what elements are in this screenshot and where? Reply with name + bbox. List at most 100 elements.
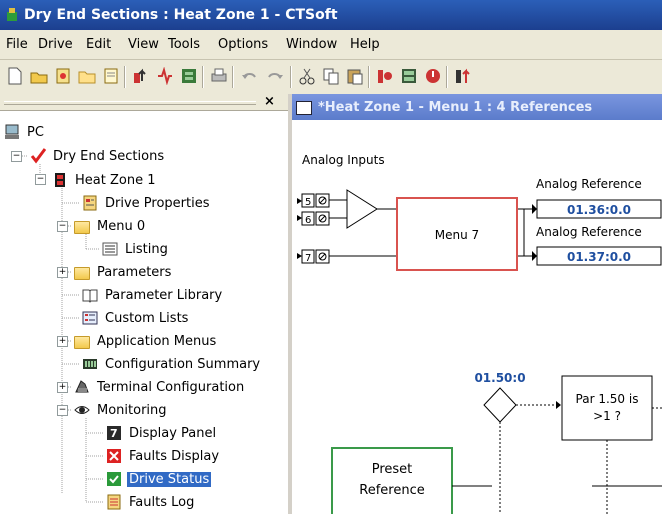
window-title-bar: Dry End Sections : Heat Zone 1 - CTSoft — [0, 0, 662, 30]
menu-view[interactable]: View — [128, 37, 159, 52]
copy-icon[interactable] — [322, 67, 340, 85]
toolbar-separator — [124, 66, 126, 88]
download-parameters-icon[interactable] — [156, 66, 174, 86]
toolbar-separator — [368, 66, 370, 88]
list-icon — [102, 241, 118, 257]
status-ok-icon — [106, 471, 122, 487]
properties-icon — [82, 195, 98, 211]
analog-reference-2-label: Analog Reference — [536, 225, 642, 239]
drive-monitor-icon[interactable] — [400, 67, 418, 85]
collapse-toggle[interactable]: − — [57, 405, 68, 416]
compare-icon[interactable] — [180, 67, 198, 85]
tree-item-faults-log[interactable]: Faults Log — [106, 492, 196, 512]
menu-window[interactable]: Window — [286, 37, 337, 52]
analog-inputs-label: Analog Inputs — [302, 153, 385, 167]
menu-file[interactable]: File — [6, 37, 28, 52]
decision-diamond — [483, 387, 517, 423]
custom-list-icon — [82, 310, 98, 326]
tree-item-drive-properties[interactable]: Drive Properties — [82, 193, 212, 213]
open-file-icon[interactable] — [30, 67, 48, 85]
menu-tools[interactable]: Tools — [168, 37, 200, 52]
analog-reference-2-field[interactable]: 01.37:0.0 — [532, 246, 662, 266]
sort-icon[interactable] — [454, 67, 472, 85]
menu-bar: File Drive Edit View Tools Options Windo… — [0, 30, 662, 60]
svg-text:01.37:0.0: 01.37:0.0 — [567, 250, 631, 264]
tree-item-display-panel[interactable]: 7 Display Panel — [106, 423, 218, 443]
document-icon[interactable] — [102, 67, 120, 85]
analog-reference-1-field[interactable]: 01.36:0.0 — [532, 199, 662, 219]
svg-text:7: 7 — [305, 253, 311, 264]
drive-wizard-icon[interactable] — [54, 67, 72, 85]
tree-item-listing[interactable]: Listing — [102, 239, 170, 259]
expand-toggle[interactable]: + — [57, 382, 68, 393]
disconnect-icon[interactable] — [424, 67, 442, 85]
block-diagram-canvas: Analog Inputs 5 6 7 Menu 7 Analog Refere… — [297, 153, 662, 517]
new-file-icon[interactable] — [6, 67, 24, 85]
expand-toggle[interactable]: + — [57, 267, 68, 278]
tree-item-menu-0[interactable]: Menu 0 — [74, 216, 147, 236]
tree-item-terminal-configuration[interactable]: Terminal Configuration — [74, 377, 246, 397]
parameter-1-50-value[interactable]: 01.50:0 — [474, 371, 525, 385]
tree-item-application-menus[interactable]: Application Menus — [74, 331, 218, 351]
arrowhead — [556, 401, 561, 409]
document-window: *Heat Zone 1 - Menu 1 : 4 References Ana… — [292, 94, 662, 517]
eye-icon — [74, 402, 90, 418]
svg-text:01.36:0.0: 01.36:0.0 — [567, 203, 631, 217]
terminal-7-connector[interactable]: 7 — [297, 249, 330, 264]
online-icon[interactable] — [376, 67, 394, 85]
ctsoft-app-icon — [6, 8, 18, 21]
preset-line-1: Preset — [372, 462, 413, 477]
summary-icon — [82, 356, 98, 372]
tree-item-faults-display[interactable]: Faults Display — [106, 446, 221, 466]
toolbar-separator — [232, 66, 234, 88]
terminal-5-connector[interactable]: 5 — [297, 193, 330, 208]
tree-item-custom-lists[interactable]: Custom Lists — [82, 308, 190, 328]
collapse-toggle[interactable]: − — [35, 174, 46, 185]
tree-item-monitoring[interactable]: Monitoring — [74, 400, 169, 420]
cut-icon[interactable] — [298, 67, 316, 85]
terminal-icon — [74, 379, 90, 395]
svg-text:6: 6 — [305, 215, 311, 226]
expand-toggle[interactable]: + — [57, 336, 68, 347]
print-icon[interactable] — [210, 67, 228, 85]
folder-icon — [74, 221, 90, 234]
folder-icon — [74, 267, 90, 280]
window-title: Dry End Sections : Heat Zone 1 - CTSoft — [24, 7, 338, 23]
document-window-icon — [296, 101, 312, 115]
menu-help[interactable]: Help — [350, 37, 380, 52]
book-icon — [82, 287, 98, 303]
undo-icon[interactable] — [240, 67, 258, 85]
menu-7-label: Menu 7 — [435, 228, 479, 242]
folder-icon — [74, 336, 90, 349]
tree-item-heat-zone-1[interactable]: Heat Zone 1 — [52, 170, 157, 190]
computer-icon — [4, 124, 20, 140]
document-title-bar: *Heat Zone 1 - Menu 1 : 4 References — [292, 94, 662, 120]
tree-item-parameters[interactable]: Parameters — [74, 262, 173, 282]
tree-item-drive-status[interactable]: Drive Status — [106, 469, 212, 489]
svg-text:5: 5 — [305, 197, 311, 208]
folder-icon[interactable] — [78, 67, 96, 85]
tree-item-parameter-library[interactable]: Parameter Library — [82, 285, 224, 305]
tree-item-pc[interactable]: PC — [4, 122, 46, 142]
par-check-line-1: Par 1.50 is — [576, 392, 639, 406]
project-tree-pane: × PC − Dry End Sections − Heat Zone 1 Dr… — [0, 94, 292, 514]
menu-edit[interactable]: Edit — [86, 37, 111, 52]
upload-parameters-icon[interactable] — [132, 67, 150, 85]
paste-icon[interactable] — [346, 67, 364, 85]
block-diagram: Analog Inputs 5 6 7 Menu 7 Analog Refere… — [292, 120, 662, 517]
par-1-50-check-block[interactable] — [561, 375, 653, 441]
tree-item-configuration-summary[interactable]: Configuration Summary — [82, 354, 262, 374]
checkmark-icon — [30, 148, 47, 164]
collapse-toggle[interactable]: − — [11, 151, 22, 162]
menu-options[interactable]: Options — [218, 37, 268, 52]
redo-icon[interactable] — [266, 67, 284, 85]
drive-icon — [52, 172, 68, 188]
menu-drive[interactable]: Drive — [38, 37, 73, 52]
differential-amplifier — [346, 189, 378, 229]
svg-text:7: 7 — [110, 427, 118, 440]
toolbar-separator — [290, 66, 292, 88]
tree-item-dry-end-sections[interactable]: Dry End Sections — [30, 146, 166, 166]
preset-reference-block[interactable] — [331, 447, 453, 517]
collapse-toggle[interactable]: − — [57, 221, 68, 232]
terminal-6-connector[interactable]: 6 — [297, 211, 330, 226]
